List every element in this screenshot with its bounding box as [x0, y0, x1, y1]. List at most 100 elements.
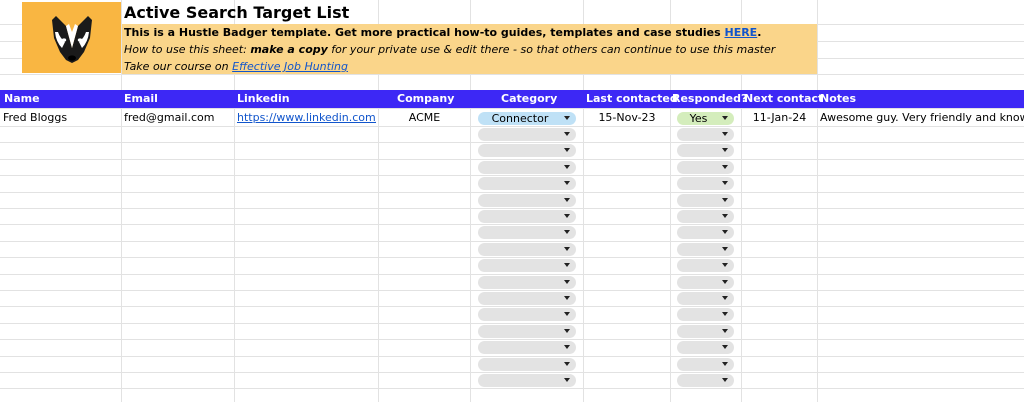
dropdown-arrow-icon[interactable] [564, 263, 570, 267]
column-header-name[interactable]: Name [4, 90, 40, 108]
dropdown-arrow-icon[interactable] [564, 165, 570, 169]
responded-dropdown[interactable] [677, 325, 734, 338]
dropdown-arrow-icon[interactable] [722, 280, 728, 284]
sheet-title: Active Search Target List [124, 3, 350, 22]
dropdown-arrow-icon[interactable] [722, 296, 728, 300]
dropdown-arrow-icon[interactable] [722, 148, 728, 152]
column-header-last-contacted[interactable]: Last contacted [586, 90, 678, 108]
responded-dropdown[interactable] [677, 374, 734, 387]
cell-email[interactable]: fred@gmail.com [124, 110, 232, 126]
responded-dropdown[interactable] [677, 341, 734, 354]
dropdown-arrow-icon[interactable] [564, 132, 570, 136]
grid-line [0, 388, 1024, 389]
category-dropdown[interactable] [478, 144, 576, 157]
responded-dropdown[interactable] [677, 308, 734, 321]
responded-dropdown[interactable] [677, 226, 734, 239]
grid-line [0, 108, 1024, 109]
column-header-linkedin[interactable]: Linkedin [237, 90, 290, 108]
dropdown-arrow-icon[interactable] [564, 329, 570, 333]
grid-line [0, 175, 1024, 176]
dropdown-arrow-icon[interactable] [564, 378, 570, 382]
category-dropdown[interactable] [478, 177, 576, 190]
dropdown-arrow-icon[interactable] [722, 312, 728, 316]
dropdown-arrow-icon[interactable] [564, 247, 570, 251]
column-header-next-contact[interactable]: Next contact [744, 90, 823, 108]
responded-dropdown[interactable] [677, 194, 734, 207]
column-header-responded[interactable]: Responded? [672, 90, 747, 108]
dropdown-arrow-icon[interactable] [722, 198, 728, 202]
dropdown-arrow-icon[interactable] [722, 132, 728, 136]
course-link[interactable]: Effective Job Hunting [232, 60, 348, 73]
dropdown-arrow-icon[interactable] [564, 345, 570, 349]
responded-dropdown[interactable] [677, 276, 734, 289]
cell-last-contacted[interactable]: 15-Nov-23 [584, 110, 670, 126]
dropdown-arrow-icon[interactable] [722, 345, 728, 349]
dropdown-arrow-icon[interactable] [564, 214, 570, 218]
dropdown-arrow-icon[interactable] [722, 329, 728, 333]
category-dropdown[interactable] [478, 325, 576, 338]
dropdown-arrow-icon[interactable] [564, 296, 570, 300]
dropdown-arrow-icon[interactable] [722, 214, 728, 218]
cell-linkedin-link[interactable]: https://www.linkedin.com/ [237, 110, 376, 126]
category-dropdown[interactable] [478, 374, 576, 387]
responded-dropdown[interactable] [677, 177, 734, 190]
dropdown-arrow-icon[interactable] [722, 362, 728, 366]
responded-dropdown[interactable] [677, 128, 734, 141]
dropdown-arrow-icon[interactable] [564, 116, 570, 120]
grid-line [0, 159, 1024, 160]
category-dropdown[interactable] [478, 358, 576, 371]
column-header-notes[interactable]: Notes [820, 90, 856, 108]
dropdown-arrow-icon[interactable] [564, 362, 570, 366]
dropdown-arrow-icon[interactable] [564, 148, 570, 152]
grid-line [0, 290, 1024, 291]
make-copy-text: make a copy [250, 43, 328, 56]
info-text: Take our course on [124, 60, 233, 73]
dropdown-arrow-icon[interactable] [722, 378, 728, 382]
category-dropdown[interactable] [478, 259, 576, 272]
column-header-category[interactable]: Category [501, 90, 557, 108]
dropdown-arrow-icon[interactable] [564, 230, 570, 234]
dropdown-arrow-icon[interactable] [564, 312, 570, 316]
column-header-company[interactable]: Company [397, 90, 454, 108]
responded-value: Yes [689, 112, 708, 125]
dropdown-arrow-icon[interactable] [564, 181, 570, 185]
category-dropdown[interactable] [478, 243, 576, 256]
responded-dropdown[interactable] [677, 358, 734, 371]
category-dropdown[interactable] [478, 226, 576, 239]
category-dropdown[interactable] [478, 276, 576, 289]
dropdown-arrow-icon[interactable] [722, 165, 728, 169]
cell-name[interactable]: Fred Bloggs [3, 110, 119, 126]
grid-line [0, 241, 1024, 242]
grid-line [0, 356, 1024, 357]
responded-dropdown[interactable] [677, 144, 734, 157]
responded-dropdown[interactable] [677, 161, 734, 174]
dropdown-arrow-icon[interactable] [722, 116, 728, 120]
dropdown-arrow-icon[interactable] [722, 230, 728, 234]
grid-line [0, 208, 1024, 209]
responded-dropdown[interactable] [677, 243, 734, 256]
responded-dropdown[interactable]: Yes [677, 112, 734, 125]
dropdown-arrow-icon[interactable] [564, 280, 570, 284]
category-dropdown[interactable] [478, 161, 576, 174]
responded-dropdown[interactable] [677, 259, 734, 272]
category-dropdown[interactable]: Connector [478, 112, 576, 125]
category-dropdown[interactable] [478, 308, 576, 321]
cell-next-contact[interactable]: 11-Jan-24 [742, 110, 817, 126]
dropdown-arrow-icon[interactable] [564, 198, 570, 202]
category-dropdown[interactable] [478, 341, 576, 354]
dropdown-arrow-icon[interactable] [722, 181, 728, 185]
cell-company[interactable]: ACME [379, 110, 470, 126]
category-dropdown[interactable] [478, 292, 576, 305]
responded-dropdown[interactable] [677, 210, 734, 223]
dropdown-arrow-icon[interactable] [722, 263, 728, 267]
category-dropdown[interactable] [478, 128, 576, 141]
cell-notes[interactable]: Awesome guy. Very friendly and knowle [820, 110, 1024, 126]
here-link[interactable]: HERE [724, 26, 757, 39]
responded-dropdown[interactable] [677, 292, 734, 305]
dropdown-arrow-icon[interactable] [722, 247, 728, 251]
category-dropdown[interactable] [478, 194, 576, 207]
column-header-email[interactable]: Email [124, 90, 158, 108]
info-line-howto: How to use this sheet: make a copy for y… [124, 42, 775, 58]
info-line-template: This is a Hustle Badger template. Get mo… [124, 25, 761, 41]
category-dropdown[interactable] [478, 210, 576, 223]
